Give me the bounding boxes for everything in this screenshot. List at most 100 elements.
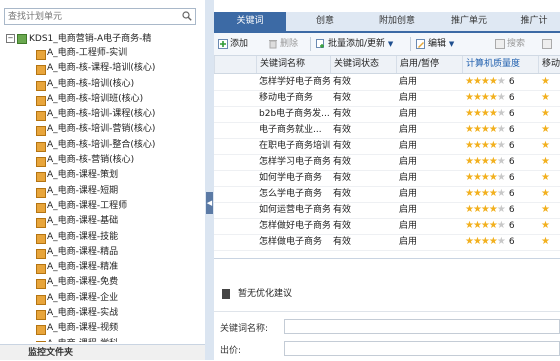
table-row[interactable]: 怎样学习电子商务 有效 启用 ★★★★★ 6 ★ bbox=[214, 154, 560, 171]
tree-item[interactable]: A_电商-核-培训-整合(核心) bbox=[0, 138, 204, 153]
info-icon bbox=[222, 288, 230, 299]
cell-mobile-quality: ★ bbox=[538, 154, 560, 170]
collapse-left-arrow-icon[interactable]: ◀ bbox=[206, 192, 213, 214]
tree-item[interactable]: A_电商-课程-短期 bbox=[0, 184, 204, 199]
table-row[interactable]: 电子商务就业... 有效 启用 ★★★★★ 6 ★ bbox=[214, 122, 560, 139]
quality-stars-icon: ★ bbox=[541, 236, 550, 247]
tree-item[interactable]: A_电商-课程-基础 bbox=[0, 214, 204, 229]
tree-item-label: A_电商-课程-基础 bbox=[47, 216, 119, 227]
cell-mobile-quality: ★ bbox=[538, 170, 560, 186]
col-keyword-status[interactable]: 关键词状态 bbox=[330, 56, 396, 73]
tab-ad-units[interactable]: 推广单元 bbox=[436, 12, 502, 31]
tree-item[interactable]: A_电商-课程-工程师 bbox=[0, 199, 204, 214]
cell-mobile-quality: ★ bbox=[538, 234, 560, 250]
quality-stars-icon: ★★★★★ bbox=[465, 220, 506, 231]
unit-icon bbox=[36, 187, 46, 198]
plan-search-input[interactable] bbox=[5, 9, 181, 24]
cell-keyword-status: 有效 bbox=[333, 157, 352, 167]
table-row[interactable]: 如何运营电子商务 有效 启用 ★★★★★ 6 ★ bbox=[214, 202, 560, 219]
cell-keyword-status: 有效 bbox=[333, 173, 352, 183]
tree-item[interactable]: A_电商-核-培训(核心) bbox=[0, 77, 204, 92]
table-row[interactable]: 怎么学电子商务 有效 启用 ★★★★★ 6 ★ bbox=[214, 186, 560, 203]
table-row[interactable]: 怎样做电子商务 有效 启用 ★★★★★ 6 ★ bbox=[214, 234, 560, 251]
col-enable-pause[interactable]: 启用/暂停 bbox=[396, 56, 462, 73]
cell-mobile-quality: ★ bbox=[538, 122, 560, 138]
tree-item[interactable]: A_电商-课程-视频 bbox=[0, 321, 204, 336]
unit-icon bbox=[36, 325, 46, 336]
unit-icon bbox=[36, 202, 46, 213]
tree-item[interactable]: A_电商-核-培训班(核心) bbox=[0, 92, 204, 107]
quality-score: 6 bbox=[508, 77, 515, 87]
table-row[interactable]: 在职电子商务培训 有效 启用 ★★★★★ 6 ★ bbox=[214, 138, 560, 155]
cell-keyword-name: 移动电子商务 bbox=[259, 93, 314, 103]
unit-icon bbox=[36, 248, 46, 259]
cell-keyword-status: 有效 bbox=[333, 93, 352, 103]
unit-icon bbox=[36, 126, 46, 137]
quality-score: 6 bbox=[508, 125, 515, 135]
cell-enable: 启用 bbox=[399, 109, 418, 119]
tree-item[interactable]: A_电商-课程-精品 bbox=[0, 245, 204, 260]
quality-stars-icon: ★★★★★ bbox=[465, 140, 506, 151]
table-row[interactable]: 移动电子商务 有效 启用 ★★★★★ 6 ★ bbox=[214, 90, 560, 107]
tree-item[interactable]: A_电商-课程-企业 bbox=[0, 291, 204, 306]
keyword-name-field[interactable] bbox=[284, 319, 560, 334]
tab-plans[interactable]: 推广计 bbox=[508, 12, 560, 31]
quality-stars-icon: ★ bbox=[541, 76, 550, 87]
tree-item-label: A_电商-课程-企业 bbox=[47, 292, 119, 303]
more-button[interactable] bbox=[542, 37, 554, 51]
tree-item[interactable]: A_电商-课程-免费 bbox=[0, 275, 204, 290]
monitor-folder[interactable]: 监控文件夹 bbox=[0, 344, 205, 360]
tree-item[interactable]: A_电商-核-课程-培训(核心) bbox=[0, 61, 204, 76]
tree-item[interactable]: A_电商-核-培训-营销(核心) bbox=[0, 122, 204, 137]
tree-item[interactable]: A_电商-工程师-实训 bbox=[0, 46, 204, 61]
quality-stars-icon: ★★★★★ bbox=[465, 108, 506, 119]
table-row[interactable]: 怎样做好电子商务 有效 启用 ★★★★★ 6 ★ bbox=[214, 218, 560, 235]
tree-item[interactable]: A_电商-课程-技能 bbox=[0, 230, 204, 245]
col-pc-quality[interactable]: 计算机质量度 bbox=[462, 56, 538, 73]
batch-add-button[interactable]: 批量添加/更新 ▼ bbox=[316, 37, 393, 51]
bid-field[interactable] bbox=[284, 341, 560, 356]
quality-score: 6 bbox=[508, 189, 515, 199]
cell-enable: 启用 bbox=[399, 141, 418, 151]
quality-stars-icon: ★ bbox=[541, 220, 550, 231]
tree-item[interactable]: A_电商-核-营销(核心) bbox=[0, 153, 204, 168]
tree-item[interactable]: A_电商-课程-实战 bbox=[0, 306, 204, 321]
table-row[interactable]: b2b电子商务发... 有效 启用 ★★★★★ 6 ★ bbox=[214, 106, 560, 123]
collapse-icon[interactable]: − bbox=[6, 34, 15, 43]
tab-creatives[interactable]: 创意 bbox=[294, 12, 356, 31]
chevron-down-icon[interactable]: ▼ bbox=[388, 40, 393, 48]
unit-icon bbox=[36, 111, 46, 122]
tab-extra-creatives[interactable]: 附加创意 bbox=[364, 12, 430, 31]
cell-mobile-quality: ★ bbox=[538, 202, 560, 218]
search-button[interactable]: 搜索 bbox=[495, 37, 525, 51]
tree-item[interactable]: A_电商-核-培训-课程(核心) bbox=[0, 107, 204, 122]
quality-score: 6 bbox=[508, 93, 515, 103]
tree-root[interactable]: − KDS1_电商营销-A电子商务-精 bbox=[0, 32, 204, 46]
search-icon[interactable] bbox=[182, 11, 192, 21]
main-panel: 关键词 创意 附加创意 推广单元 推广计 添加 删除 批量添加/更新 ▼ 编辑 … bbox=[214, 0, 560, 361]
cell-enable: 启用 bbox=[399, 173, 418, 183]
edit-button[interactable]: 编辑 ▼ bbox=[416, 37, 454, 51]
unit-icon bbox=[36, 172, 46, 183]
add-button[interactable]: 添加 bbox=[218, 37, 248, 51]
tree-item-label: A_电商-课程-工程师 bbox=[47, 200, 128, 211]
chevron-down-icon[interactable]: ▼ bbox=[449, 40, 454, 48]
cell-mobile-quality: ★ bbox=[538, 218, 560, 234]
cell-pc-quality: ★★★★★ 6 bbox=[462, 234, 538, 250]
cell-enable: 启用 bbox=[399, 221, 418, 231]
tree-item-label: A_电商-课程-精准 bbox=[47, 262, 119, 273]
plan-search-box[interactable] bbox=[4, 8, 196, 25]
table-row[interactable]: 如何学电子商务 有效 启用 ★★★★★ 6 ★ bbox=[214, 170, 560, 187]
tree-item[interactable]: A_电商-课程-策划 bbox=[0, 168, 204, 183]
col-mobile[interactable]: 移动 bbox=[538, 56, 560, 73]
tree-item[interactable]: A_电商-课程-精准 bbox=[0, 260, 204, 275]
table-row[interactable]: 怎样学好电子商务 有效 启用 ★★★★★ 6 ★ bbox=[214, 74, 560, 91]
cell-mobile-quality: ★ bbox=[538, 138, 560, 154]
col-keyword-name[interactable]: 关键词名称 bbox=[256, 56, 330, 73]
grid-header-select[interactable] bbox=[214, 56, 256, 73]
tab-keywords[interactable]: 关键词 bbox=[214, 12, 286, 31]
delete-button[interactable]: 删除 bbox=[268, 37, 298, 51]
detail-panel: 暂无优化建议 关键词名称: 出价: bbox=[214, 258, 560, 361]
quality-stars-icon: ★ bbox=[541, 204, 550, 215]
tree-item[interactable]: A_电商-课程-学科 bbox=[0, 337, 204, 342]
